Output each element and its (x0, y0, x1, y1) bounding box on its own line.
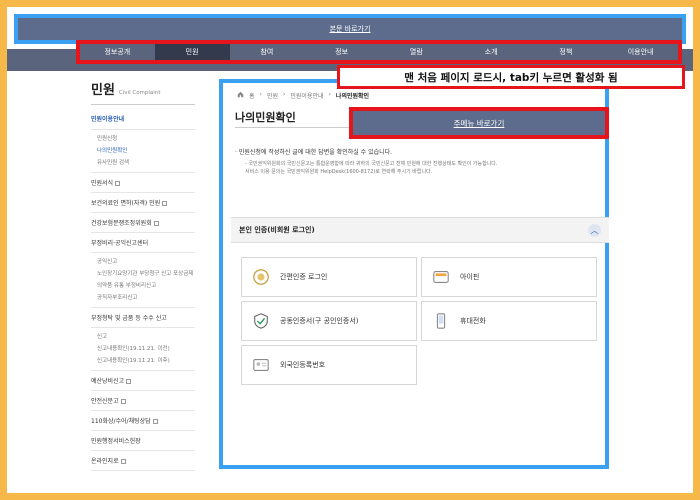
sidebar-item-budget-waste[interactable]: 예산낭비신고 (91, 371, 195, 391)
sidebar: 민원 Civil Complaint 민원이용안내 민원신청 나의민원확인 유사… (91, 79, 195, 471)
external-link-icon (120, 459, 126, 464)
main-content: 홈 › 민원 › 민원이용안내 › 나의민원확인 나의민원확인 주메뉴 바로가기… (219, 79, 609, 469)
sidebar-item-giro-label: 온라인지로 (91, 458, 119, 465)
sidebar-item-safety[interactable]: 안전신문고 (91, 391, 195, 411)
sidebar-item-110-label: 110화상/수어/채팅상담 (91, 418, 151, 425)
external-link-icon (120, 399, 126, 404)
gnb-item-participation[interactable]: 참여 (230, 44, 305, 60)
sidebar-title: 민원 Civil Complaint (91, 79, 195, 105)
auth-simple-label: 간편인증 로그인 (280, 273, 328, 281)
sidebar-item-110[interactable]: 110화상/수어/채팅상담 (91, 411, 195, 431)
auth-simple-button[interactable]: 간편인증 로그인 (241, 257, 417, 297)
sidebar-item-dispute-label: 건강보험분쟁조정위원회 (91, 220, 152, 227)
auth-phone-button[interactable]: 휴대전화 (421, 301, 597, 341)
auth-ipin-button[interactable]: 아이핀 (421, 257, 597, 297)
auth-section-header[interactable]: 본인 인증(비회원 로그인) ︿ (231, 217, 609, 243)
gnb-item-about[interactable]: 소개 (454, 44, 529, 60)
sidebar-item-budget-waste-label: 예산낭비신고 (91, 378, 125, 385)
external-link-icon (152, 419, 158, 424)
breadcrumb-civil[interactable]: 민원 (267, 91, 278, 100)
auth-ipin-label: 아이핀 (460, 273, 480, 281)
sidebar-subgroup-report: 공익신고 노인장기요양기관 부당청구 신고 포상금제 의약품 유통 부정비리신고… (91, 253, 195, 308)
breadcrumb-current: 나의민원확인 (335, 93, 370, 100)
sidebar-title-ko: 민원 (91, 83, 115, 98)
external-link-icon (115, 181, 121, 186)
breadcrumb-home[interactable]: 홈 (249, 91, 255, 100)
sidebar-item-forms[interactable]: 민원서식 (91, 173, 195, 193)
sidebar-sub-drug-report[interactable]: 의약품 유통 부정비리신고 (91, 279, 195, 291)
skip-to-menu-link[interactable]: 주메뉴 바로가기 (349, 107, 609, 139)
medal-icon (252, 268, 270, 286)
sidebar-sub-check-after[interactable]: 신고내용확인(19.11.21. 이후) (91, 354, 195, 366)
sidebar-item-forms-label: 민원서식 (91, 180, 114, 187)
sidebar-item-license[interactable]: 보건의료인 면허(자격) 민원 (91, 193, 195, 213)
sidebar-sub-my-complaint[interactable]: 나의민원확인 (91, 144, 195, 156)
sidebar-item-report-center[interactable]: 부정비리·공익신고센터 (91, 233, 195, 253)
sidebar-sub-public-report[interactable]: 공익신고 (91, 255, 195, 267)
notice-text: · 민원신청에 작성하신 글에 대한 답변을 확인하실 수 있습니다. - 국민… (235, 147, 607, 176)
sidebar-item-license-label: 보건의료인 면허(자격) 민원 (91, 200, 161, 207)
sidebar-sub-care-billing[interactable]: 노인장기요양기관 부당청구 신고 포상금제 (91, 267, 195, 279)
notice-sub-2: 서비스 이용 문의는 국민권익위원회 HelpDesk(1600-8172)로 … (245, 169, 433, 175)
auth-phone-label: 휴대전화 (460, 317, 486, 325)
sidebar-sub-report[interactable]: 신고 (91, 330, 195, 342)
notice-sub-1: - 국민권익위원회의 국민신문고는 통합운영함에 따라 귀하의 국민신문고 전체… (245, 161, 498, 167)
global-navigation: 정보공개 민원 참여 정보 열람 소개 정책 이용안내 (76, 40, 682, 64)
phone-icon (432, 312, 450, 330)
page-title: 나의민원확인 (235, 111, 296, 124)
sidebar-item-giro[interactable]: 온라인지로 (91, 451, 195, 471)
sidebar-section-guide[interactable]: 민원이용안내 (91, 105, 195, 130)
gnb-item-policy[interactable]: 정책 (529, 44, 604, 60)
shield-check-icon (252, 312, 270, 330)
breadcrumb-sep: › (259, 91, 262, 98)
breadcrumb-guide[interactable]: 민원이용안내 (290, 91, 323, 100)
id-card-icon (252, 356, 270, 374)
sidebar-item-dispute[interactable]: 건강보험분쟁조정위원회 (91, 213, 195, 233)
sidebar-subgroup-guide: 민원신청 나의민원확인 유사민원 검색 (91, 130, 195, 173)
sidebar-item-solicitation[interactable]: 부정청탁 및 금품 등 수수 신고 (91, 308, 195, 328)
gnb-item-civil-complaint[interactable]: 민원 (154, 44, 230, 60)
sidebar-title-en: Civil Complaint (118, 90, 161, 96)
gnb-item-information[interactable]: 정보 (304, 44, 379, 60)
auth-section-title: 본인 인증(비회원 로그인) (239, 226, 315, 234)
auth-cert-label: 공동인증서(구 공인인증서) (280, 317, 359, 325)
annotation-callout: 맨 처음 페이지 로드시, tab키 누르면 활성화 됨 (337, 65, 685, 89)
breadcrumb: 홈 › 민원 › 민원이용안내 › 나의민원확인 (237, 91, 369, 100)
sidebar-item-safety-label: 안전신문고 (91, 398, 119, 405)
sidebar-sub-official-report[interactable]: 공직자부조리신고 (91, 291, 195, 303)
page-frame: 본문 바로가기 정보공개 민원 참여 정보 열람 소개 정책 이용안내 맨 처음… (7, 7, 693, 493)
home-icon[interactable] (237, 91, 244, 98)
sidebar-sub-apply[interactable]: 민원신청 (91, 132, 195, 144)
sidebar-sub-similar-search[interactable]: 유사민원 검색 (91, 156, 195, 168)
chevron-up-icon[interactable]: ︿ (588, 223, 601, 237)
sidebar-sub-check-before[interactable]: 신고내용확인(19.11.21. 이전) (91, 342, 195, 354)
skip-to-menu-label: 주메뉴 바로가기 (453, 118, 505, 128)
external-link-icon (162, 201, 168, 206)
gnb-item-info-disclosure[interactable]: 정보공개 (80, 44, 155, 60)
gnb-item-viewing[interactable]: 열람 (379, 44, 454, 60)
external-link-icon (126, 379, 132, 384)
breadcrumb-sep: › (328, 91, 331, 98)
sidebar-subgroup-solicitation: 신고 신고내용확인(19.11.21. 이전) 신고내용확인(19.11.21.… (91, 328, 195, 371)
notice-lead: · 민원신청에 작성하신 글에 대한 답변을 확인하실 수 있습니다. (235, 149, 393, 156)
skip-to-content-label: 본문 바로가기 (329, 25, 371, 33)
auth-foreign-label: 외국인등록번호 (280, 361, 326, 369)
external-link-icon (153, 221, 159, 226)
sidebar-item-charter[interactable]: 민원행정서비스헌장 (91, 431, 195, 451)
gnb-item-guide[interactable]: 이용안내 (603, 44, 678, 60)
ipin-card-icon (432, 268, 450, 286)
breadcrumb-sep: › (282, 91, 286, 98)
auth-foreign-button[interactable]: 외국인등록번호 (241, 345, 417, 385)
auth-cert-button[interactable]: 공동인증서(구 공인인증서) (241, 301, 417, 341)
